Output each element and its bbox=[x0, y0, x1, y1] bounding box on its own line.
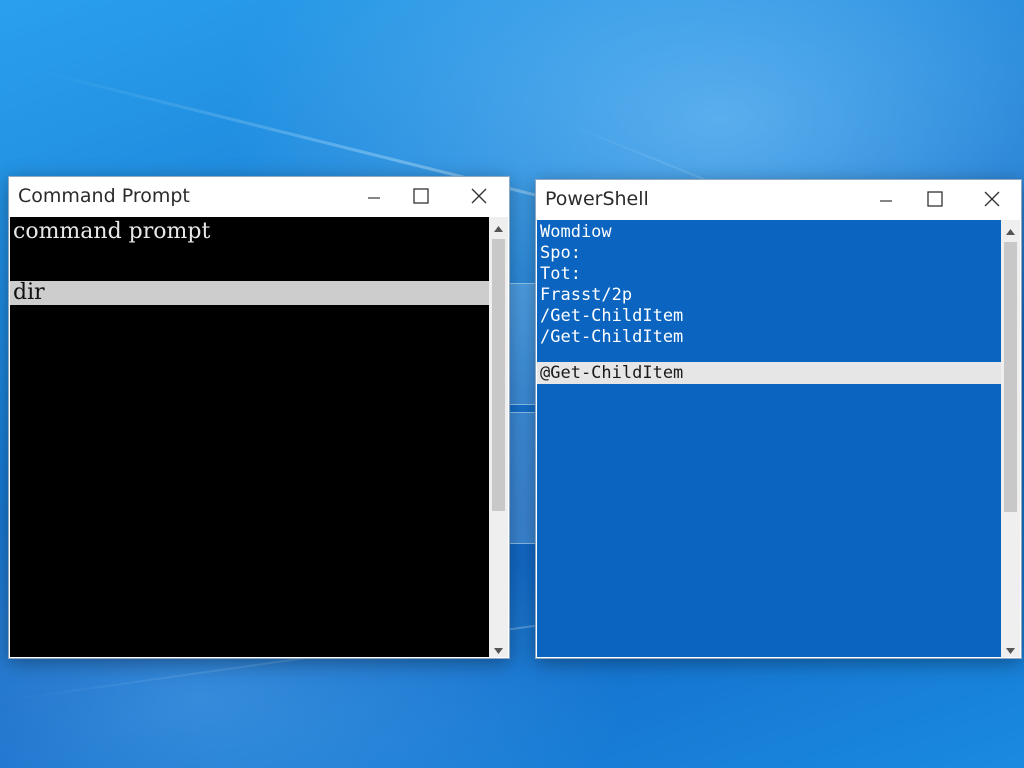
console-line: Frasst/2p bbox=[540, 285, 633, 305]
wallpaper-logo-pane bbox=[509, 412, 537, 544]
maximize-icon bbox=[927, 191, 943, 207]
scroll-up-arrow-icon bbox=[494, 217, 503, 236]
selected-console-line[interactable]: dir bbox=[10, 281, 489, 305]
scroll-up-button[interactable] bbox=[489, 217, 508, 235]
wallpaper-logo-pane bbox=[509, 283, 537, 405]
console-line: /Get-ChildItem bbox=[540, 327, 684, 347]
scroll-up-button[interactable] bbox=[1001, 220, 1020, 238]
scroll-down-button[interactable] bbox=[1001, 639, 1020, 657]
maximize-button[interactable] bbox=[401, 181, 441, 211]
minimize-icon bbox=[880, 193, 892, 205]
console-line: Womdiow bbox=[540, 222, 612, 242]
close-icon bbox=[471, 188, 487, 204]
minimize-button[interactable] bbox=[866, 184, 906, 214]
console-line: command prompt bbox=[13, 219, 211, 244]
console-line: /Get-ChildItem bbox=[540, 306, 684, 326]
selected-console-line[interactable]: @Get-ChildItem bbox=[537, 362, 1001, 384]
console-output[interactable]: command prompt dir bbox=[10, 217, 489, 657]
maximize-button[interactable] bbox=[915, 184, 955, 214]
powershell-window[interactable]: PowerShell Womdiow Spo: Tot: Frasst/2p /… bbox=[535, 179, 1022, 659]
close-icon bbox=[984, 191, 1000, 207]
minimize-icon bbox=[368, 190, 380, 202]
scroll-down-button[interactable] bbox=[489, 639, 508, 657]
console-line: Tot: bbox=[540, 264, 581, 284]
scroll-down-arrow-icon bbox=[1006, 639, 1015, 658]
window-title: Command Prompt bbox=[18, 185, 190, 207]
maximize-icon bbox=[413, 188, 429, 204]
scroll-thumb[interactable] bbox=[1004, 242, 1017, 512]
command-prompt-window[interactable]: Command Prompt command prompt dir bbox=[8, 176, 510, 659]
minimize-button[interactable] bbox=[354, 181, 394, 211]
console-output[interactable]: Womdiow Spo: Tot: Frasst/2p /Get-ChildIt… bbox=[537, 220, 1001, 657]
close-button[interactable] bbox=[972, 184, 1012, 214]
vertical-scrollbar[interactable] bbox=[489, 217, 508, 657]
close-button[interactable] bbox=[459, 181, 499, 211]
window-title: PowerShell bbox=[545, 188, 649, 210]
powershell-titlebar[interactable]: PowerShell bbox=[536, 180, 1021, 218]
console-line: Spo: bbox=[540, 243, 581, 263]
scroll-down-arrow-icon bbox=[494, 639, 503, 658]
scroll-thumb[interactable] bbox=[492, 239, 505, 511]
vertical-scrollbar[interactable] bbox=[1001, 220, 1020, 657]
command-prompt-titlebar[interactable]: Command Prompt bbox=[9, 177, 509, 215]
scroll-up-arrow-icon bbox=[1006, 220, 1015, 239]
